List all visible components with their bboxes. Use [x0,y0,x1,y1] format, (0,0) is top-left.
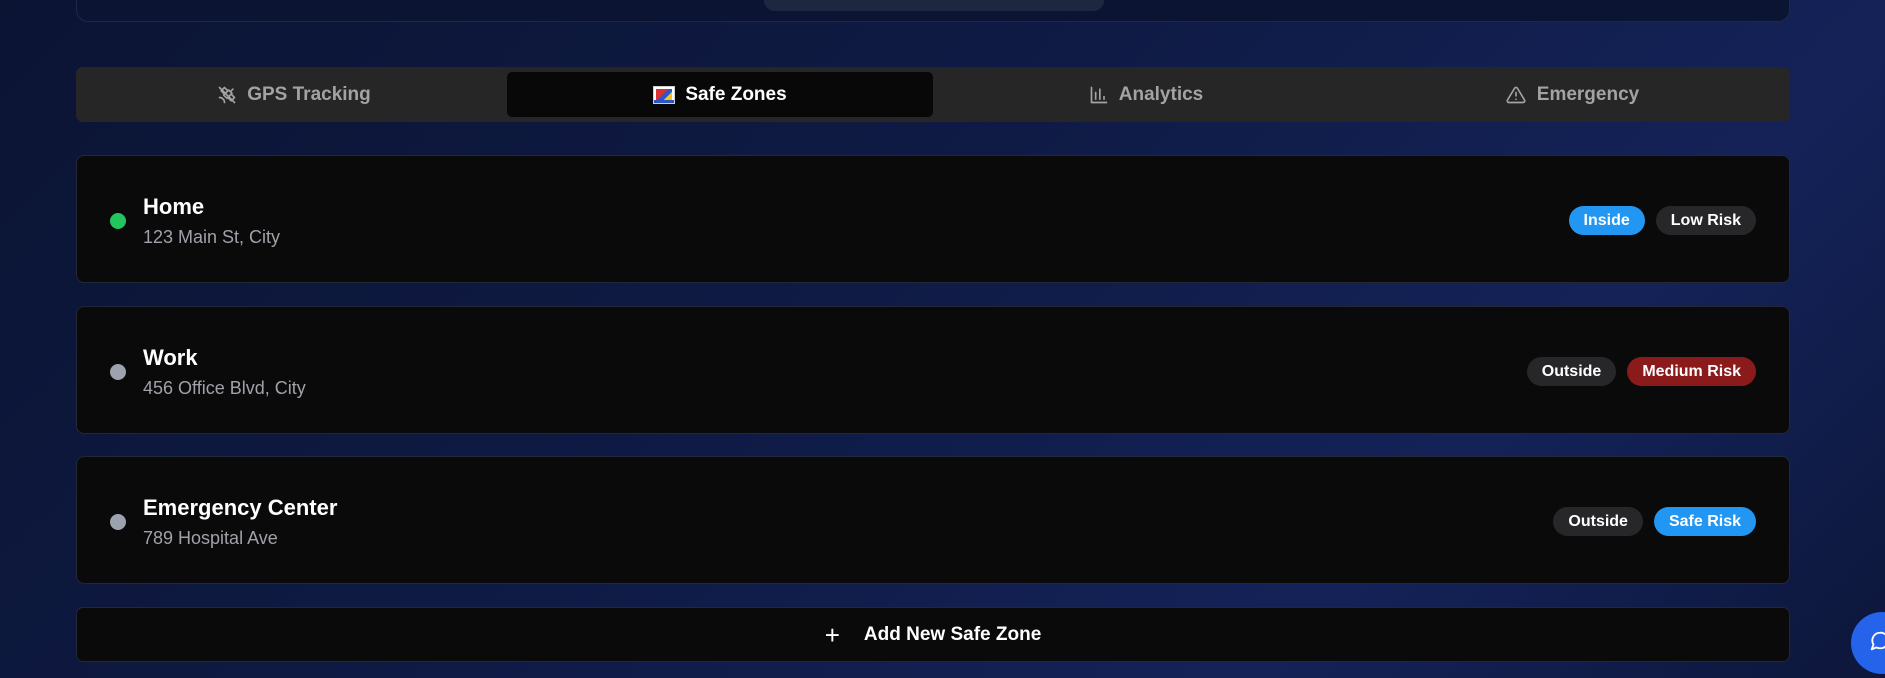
chat-bubble-icon [1869,630,1885,657]
tab-label: Analytics [1118,83,1204,105]
chat-button[interactable] [1851,612,1885,674]
zone-card-emergency-center[interactable]: Emergency Center 789 Hospital Ave Outsid… [76,456,1790,584]
zone-address: 789 Hospital Ave [143,528,278,548]
tab-safe-zones[interactable]: Safe Zones [507,72,933,117]
zone-status-dot [110,364,126,380]
zone-name: Emergency Center [143,495,338,520]
tab-label: GPS Tracking [247,83,371,105]
tab-label: Safe Zones [685,83,787,105]
risk-badge: Low Risk [1655,206,1756,235]
satellite-off-icon [217,85,237,105]
status-badge: Inside [1568,206,1645,235]
zone-status-dot [110,213,126,229]
top-panel-pill[interactable] [764,0,1104,11]
risk-badge: Safe Risk [1653,507,1756,536]
tab-label: Emergency [1536,83,1640,105]
zone-address: 456 Office Blvd, City [143,378,306,398]
zone-address: 123 Main St, City [143,227,281,247]
zone-status-dot [110,514,126,530]
zone-badges: Outside Medium Risk [1526,357,1756,386]
tab-emergency[interactable]: Emergency [1359,72,1785,117]
add-safe-zone-label: Add New Safe Zone [863,623,1042,645]
tab-bar: GPS Tracking Safe Zones Analytics Emerge… [76,67,1790,122]
zone-badges: Outside Safe Risk [1553,507,1756,536]
add-safe-zone-button[interactable]: + Add New Safe Zone [76,607,1790,662]
zone-name: Work [143,345,198,370]
zone-card-work[interactable]: Work 456 Office Blvd, City Outside Mediu… [76,306,1790,434]
flag-image-icon [653,85,676,104]
bar-chart-icon [1089,85,1109,105]
warning-triangle-icon [1505,85,1527,105]
zone-badges: Inside Low Risk [1568,206,1756,235]
tab-analytics[interactable]: Analytics [933,72,1359,117]
tab-gps-tracking[interactable]: GPS Tracking [81,72,507,117]
status-badge: Outside [1526,357,1617,386]
status-badge: Outside [1553,507,1643,536]
zone-name: Home [143,194,205,219]
plus-icon: + [824,619,840,650]
zone-card-home[interactable]: Home 123 Main St, City Inside Low Risk [76,155,1790,283]
risk-badge: Medium Risk [1627,357,1756,386]
